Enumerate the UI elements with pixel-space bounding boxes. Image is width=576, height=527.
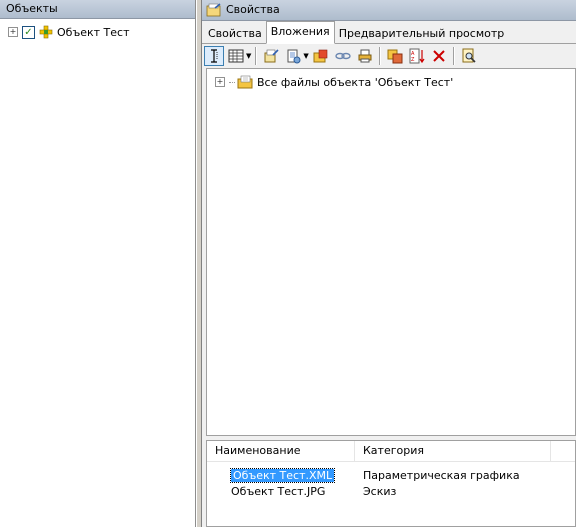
file-name-cell[interactable]: Объект Тест.XML: [229, 468, 336, 483]
table-row[interactable]: Объект Тест.JPG Эскиз: [207, 484, 575, 500]
edit-properties-icon[interactable]: [261, 46, 281, 66]
properties-panel: Свойства Свойства Вложения Предварительн…: [202, 0, 576, 527]
files-root-node[interactable]: + Все файлы объекта 'Объект Тест': [215, 73, 575, 91]
files-root-label: Все файлы объекта 'Объект Тест': [257, 75, 454, 89]
toolbar-separator: [378, 47, 381, 65]
tree-node-object[interactable]: + ✓ Объект Тест: [8, 23, 195, 41]
expand-icon[interactable]: +: [215, 77, 225, 87]
columns-icon[interactable]: [226, 46, 246, 66]
folder-add-icon[interactable]: [311, 46, 331, 66]
object-checkbox[interactable]: ✓: [22, 25, 35, 39]
objects-panel: Объекты + ✓ Объект Тест: [0, 0, 196, 527]
print-icon[interactable]: [355, 46, 375, 66]
attachments-tree: + Все файлы объекта 'Объект Тест': [206, 68, 576, 436]
table-row[interactable]: Объект Тест.XML Параметрическая графика: [207, 468, 575, 484]
toolbar-separator: [452, 47, 455, 65]
columns-dropdown-icon[interactable]: ▼: [246, 52, 251, 60]
sort-az-icon[interactable]: AZ: [407, 46, 427, 66]
tab-attachments[interactable]: Вложения: [265, 21, 335, 44]
folder-files-icon: [237, 75, 253, 89]
properties-panel-header: Свойства: [202, 0, 576, 21]
properties-tabs: Свойства Вложения Предварительный просмо…: [202, 21, 576, 44]
open-dropdown-icon[interactable]: ▼: [303, 52, 308, 60]
copy-move-icon[interactable]: [385, 46, 405, 66]
tree-node-label: Объект Тест: [57, 25, 130, 39]
tab-properties[interactable]: Свойства: [204, 24, 266, 43]
file-category-cell: Параметрическая графика: [363, 469, 520, 482]
attachments-toolbar: ▼ ▼ AZ: [202, 44, 576, 68]
find-icon[interactable]: [459, 46, 479, 66]
column-header-name[interactable]: Наименование: [207, 441, 355, 461]
column-header-category[interactable]: Категория: [355, 441, 551, 461]
file-category-cell: Эскиз: [363, 485, 397, 498]
tree-connector: [229, 81, 235, 83]
properties-panel-title: Свойства: [226, 3, 280, 16]
toolbar-separator: [255, 47, 258, 65]
svg-text:Z: Z: [411, 57, 415, 63]
object-type-icon: [39, 25, 53, 39]
delete-icon[interactable]: [429, 46, 449, 66]
properties-icon: [206, 3, 222, 17]
tab-preview[interactable]: Предварительный просмотр: [335, 24, 509, 43]
expand-icon[interactable]: +: [8, 27, 18, 37]
text-cursor-icon[interactable]: [204, 46, 224, 66]
link-icon[interactable]: [333, 46, 353, 66]
attachments-list: Наименование Категория Объект Тест.XML П…: [206, 440, 576, 527]
file-name-cell[interactable]: Объект Тест.JPG: [231, 485, 325, 498]
list-header: Наименование Категория: [207, 441, 575, 462]
objects-tree: + ✓ Объект Тест: [0, 19, 195, 41]
open-file-icon[interactable]: [283, 46, 303, 66]
objects-panel-title: Объекты: [0, 0, 195, 19]
